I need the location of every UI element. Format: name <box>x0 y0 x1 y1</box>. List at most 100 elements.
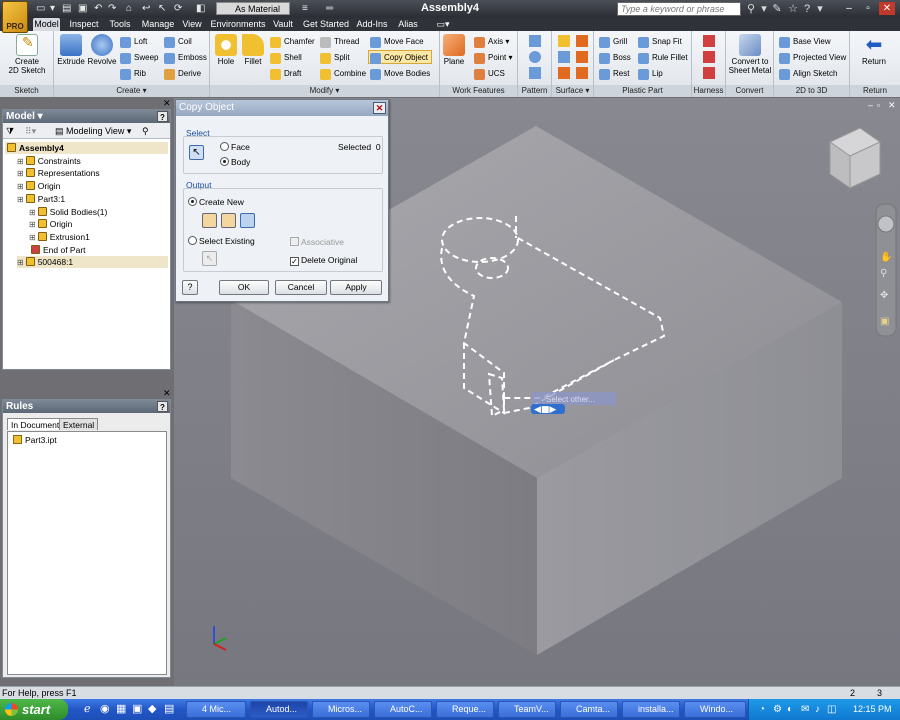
tab-inspect[interactable]: Inspect <box>66 18 102 31</box>
harness-pin-icon[interactable] <box>703 67 715 79</box>
maximize-button[interactable]: ▫ <box>860 2 876 15</box>
boss-button[interactable]: Boss <box>599 51 631 65</box>
line-weight-icon[interactable]: ═ <box>326 3 333 15</box>
inventor-app-logo[interactable]: PRO <box>2 1 28 33</box>
tab-manage[interactable]: Manage <box>140 18 176 31</box>
return-button[interactable]: ⬅ Return <box>856 34 892 66</box>
cancel-button[interactable]: Cancel <box>275 280 327 295</box>
expand-toggle-icon[interactable]: ⊞ <box>29 233 36 242</box>
emboss-button[interactable]: Emboss <box>164 51 207 65</box>
tree-node[interactable]: ⊞ Constraints <box>17 155 168 167</box>
orbit-icon[interactable]: ✥ <box>880 290 888 301</box>
copy-object-button[interactable]: Copy Object <box>368 50 432 64</box>
tab-alias[interactable]: Alias <box>396 18 420 31</box>
tab-get-started[interactable]: Get Started <box>302 18 350 31</box>
group-label-modify[interactable]: Modify ▾ <box>210 85 439 97</box>
ucs-button[interactable]: UCS <box>474 67 505 81</box>
tree-node[interactable]: ⊞ Part3:1 <box>17 193 168 205</box>
redo-icon[interactable]: ↷ <box>108 3 116 15</box>
viewport-close-icon[interactable]: ✕ <box>888 100 896 111</box>
expand-toggle-icon[interactable]: ⊞ <box>29 220 36 229</box>
rib-button[interactable]: Rib <box>120 67 146 81</box>
view-mode-dropdown[interactable]: ▤ Modeling View ▾ <box>55 123 131 139</box>
expand-toggle-icon[interactable]: ⊞ <box>17 258 24 267</box>
mirror-icon[interactable] <box>529 67 541 79</box>
thicken-icon[interactable] <box>558 35 570 47</box>
expand-toggle-icon[interactable]: ⊞ <box>17 182 24 191</box>
ribbon-options-icon[interactable]: ▭▾ <box>434 18 452 31</box>
viewport-restore-icon[interactable]: ▫ <box>877 100 880 110</box>
quicklaunch-ie-icon[interactable]: ℯ <box>84 702 91 715</box>
help-search-input[interactable]: Type a keyword or phrase <box>617 2 741 16</box>
sculpt-icon[interactable] <box>558 51 570 63</box>
expand-toggle-icon[interactable]: ⊞ <box>17 157 24 166</box>
select-icon[interactable]: ↖ <box>158 3 166 15</box>
tree-node[interactable]: ⊞ Solid Bodies(1) <box>29 206 168 218</box>
taskbar-item[interactable]: Autod... <box>250 701 308 718</box>
tree-node[interactable]: ⊞ Representations <box>17 167 168 179</box>
select-existing-arrow-button[interactable]: ↖ <box>202 251 217 266</box>
circular-pattern-icon[interactable] <box>529 51 541 63</box>
taskbar-item[interactable]: Micros... <box>312 701 370 718</box>
sweep-button[interactable]: Sweep <box>120 51 158 65</box>
expand-toggle-icon[interactable]: ⊞ <box>17 169 24 178</box>
move-bodies-button[interactable]: Move Bodies <box>370 67 430 81</box>
taskbar-item[interactable]: AutoC... <box>374 701 432 718</box>
taskbar-item[interactable]: Windo... <box>684 701 746 718</box>
close-icon[interactable]: ✕ <box>373 102 386 114</box>
clock[interactable]: 12:15 PM <box>853 699 892 720</box>
tab-in-document[interactable]: In Document <box>7 418 64 430</box>
pan-icon[interactable]: ✋ <box>880 250 892 263</box>
tab-vault[interactable]: Vault <box>270 18 296 31</box>
combine-button[interactable]: Combine <box>320 67 366 81</box>
material-dropdown[interactable]: As Material <box>216 2 290 15</box>
steering-wheel-icon[interactable] <box>877 215 895 233</box>
harness-connector-icon[interactable] <box>703 51 715 63</box>
align-sketch-button[interactable]: Align Sketch <box>779 67 837 81</box>
thread-button[interactable]: Thread <box>320 35 359 49</box>
apply-button[interactable]: Apply <box>330 280 382 295</box>
tray-icon[interactable]: ◔ <box>759 699 765 720</box>
delete-original-checkbox[interactable]: ✓ Delete Original <box>290 255 357 266</box>
output-composite-button[interactable] <box>240 213 255 228</box>
return-icon[interactable]: ↩ <box>142 3 150 15</box>
star-icon[interactable]: ☆ <box>786 2 800 16</box>
face-radio[interactable]: Face <box>220 142 250 153</box>
expand-toggle-icon[interactable]: ⊞ <box>17 195 24 204</box>
help-icon[interactable]: ? <box>157 111 168 122</box>
tree-node[interactable]: Assembly4 <box>5 142 168 154</box>
associative-checkbox[interactable]: Associative <box>290 237 344 248</box>
dialog-help-button[interactable]: ? <box>182 280 198 295</box>
base-view-button[interactable]: Base View <box>779 35 831 49</box>
tools-icon[interactable]: ✎ <box>770 2 784 16</box>
ok-button[interactable]: OK <box>219 280 269 295</box>
extrude-button[interactable]: Extrude <box>57 34 85 66</box>
snap-fit-button[interactable]: Snap Fit <box>638 35 682 49</box>
tab-view[interactable]: View <box>180 18 204 31</box>
zoom-icon[interactable]: ⚲ <box>880 268 887 279</box>
quicklaunch-app-icon[interactable]: ◆ <box>148 702 156 715</box>
rules-list-item[interactable]: Part3.ipt <box>13 434 57 446</box>
start-button[interactable]: start <box>0 699 68 720</box>
dropdown-icon[interactable]: ▾ <box>757 2 771 16</box>
body-radio[interactable]: Body <box>220 157 250 168</box>
help-icon[interactable]: ? <box>157 401 168 412</box>
tree-options-icon[interactable]: ⠿▾ <box>25 123 36 139</box>
split-button[interactable]: Split <box>320 51 350 65</box>
move-face-button[interactable]: Move Face <box>370 35 424 49</box>
tray-icon[interactable]: ⚙ <box>773 699 782 720</box>
taskbar-item[interactable]: 4 Mic... <box>186 701 246 718</box>
output-surface-button[interactable] <box>221 213 236 228</box>
update-icon[interactable]: ⟳ <box>174 3 182 15</box>
select-other-arrows[interactable]: ◀■▶ <box>531 404 565 415</box>
tab-model[interactable]: Model <box>33 18 60 31</box>
plane-button[interactable]: Plane <box>442 34 466 66</box>
group-label-surface[interactable]: Surface ▾ <box>552 85 593 97</box>
create-2d-sketch-button[interactable]: ✎ Create 2D Sketch <box>4 34 50 75</box>
tab-add-ins[interactable]: Add-Ins <box>354 18 390 31</box>
lip-button[interactable]: Lip <box>638 67 663 81</box>
taskbar-item[interactable]: TeamV... <box>498 701 556 718</box>
save-icon[interactable]: ▣ <box>78 3 87 15</box>
dialog-title-bar[interactable]: Copy Object ✕ <box>176 100 388 116</box>
model-panel-header[interactable]: Model ▾ ? <box>3 110 170 123</box>
